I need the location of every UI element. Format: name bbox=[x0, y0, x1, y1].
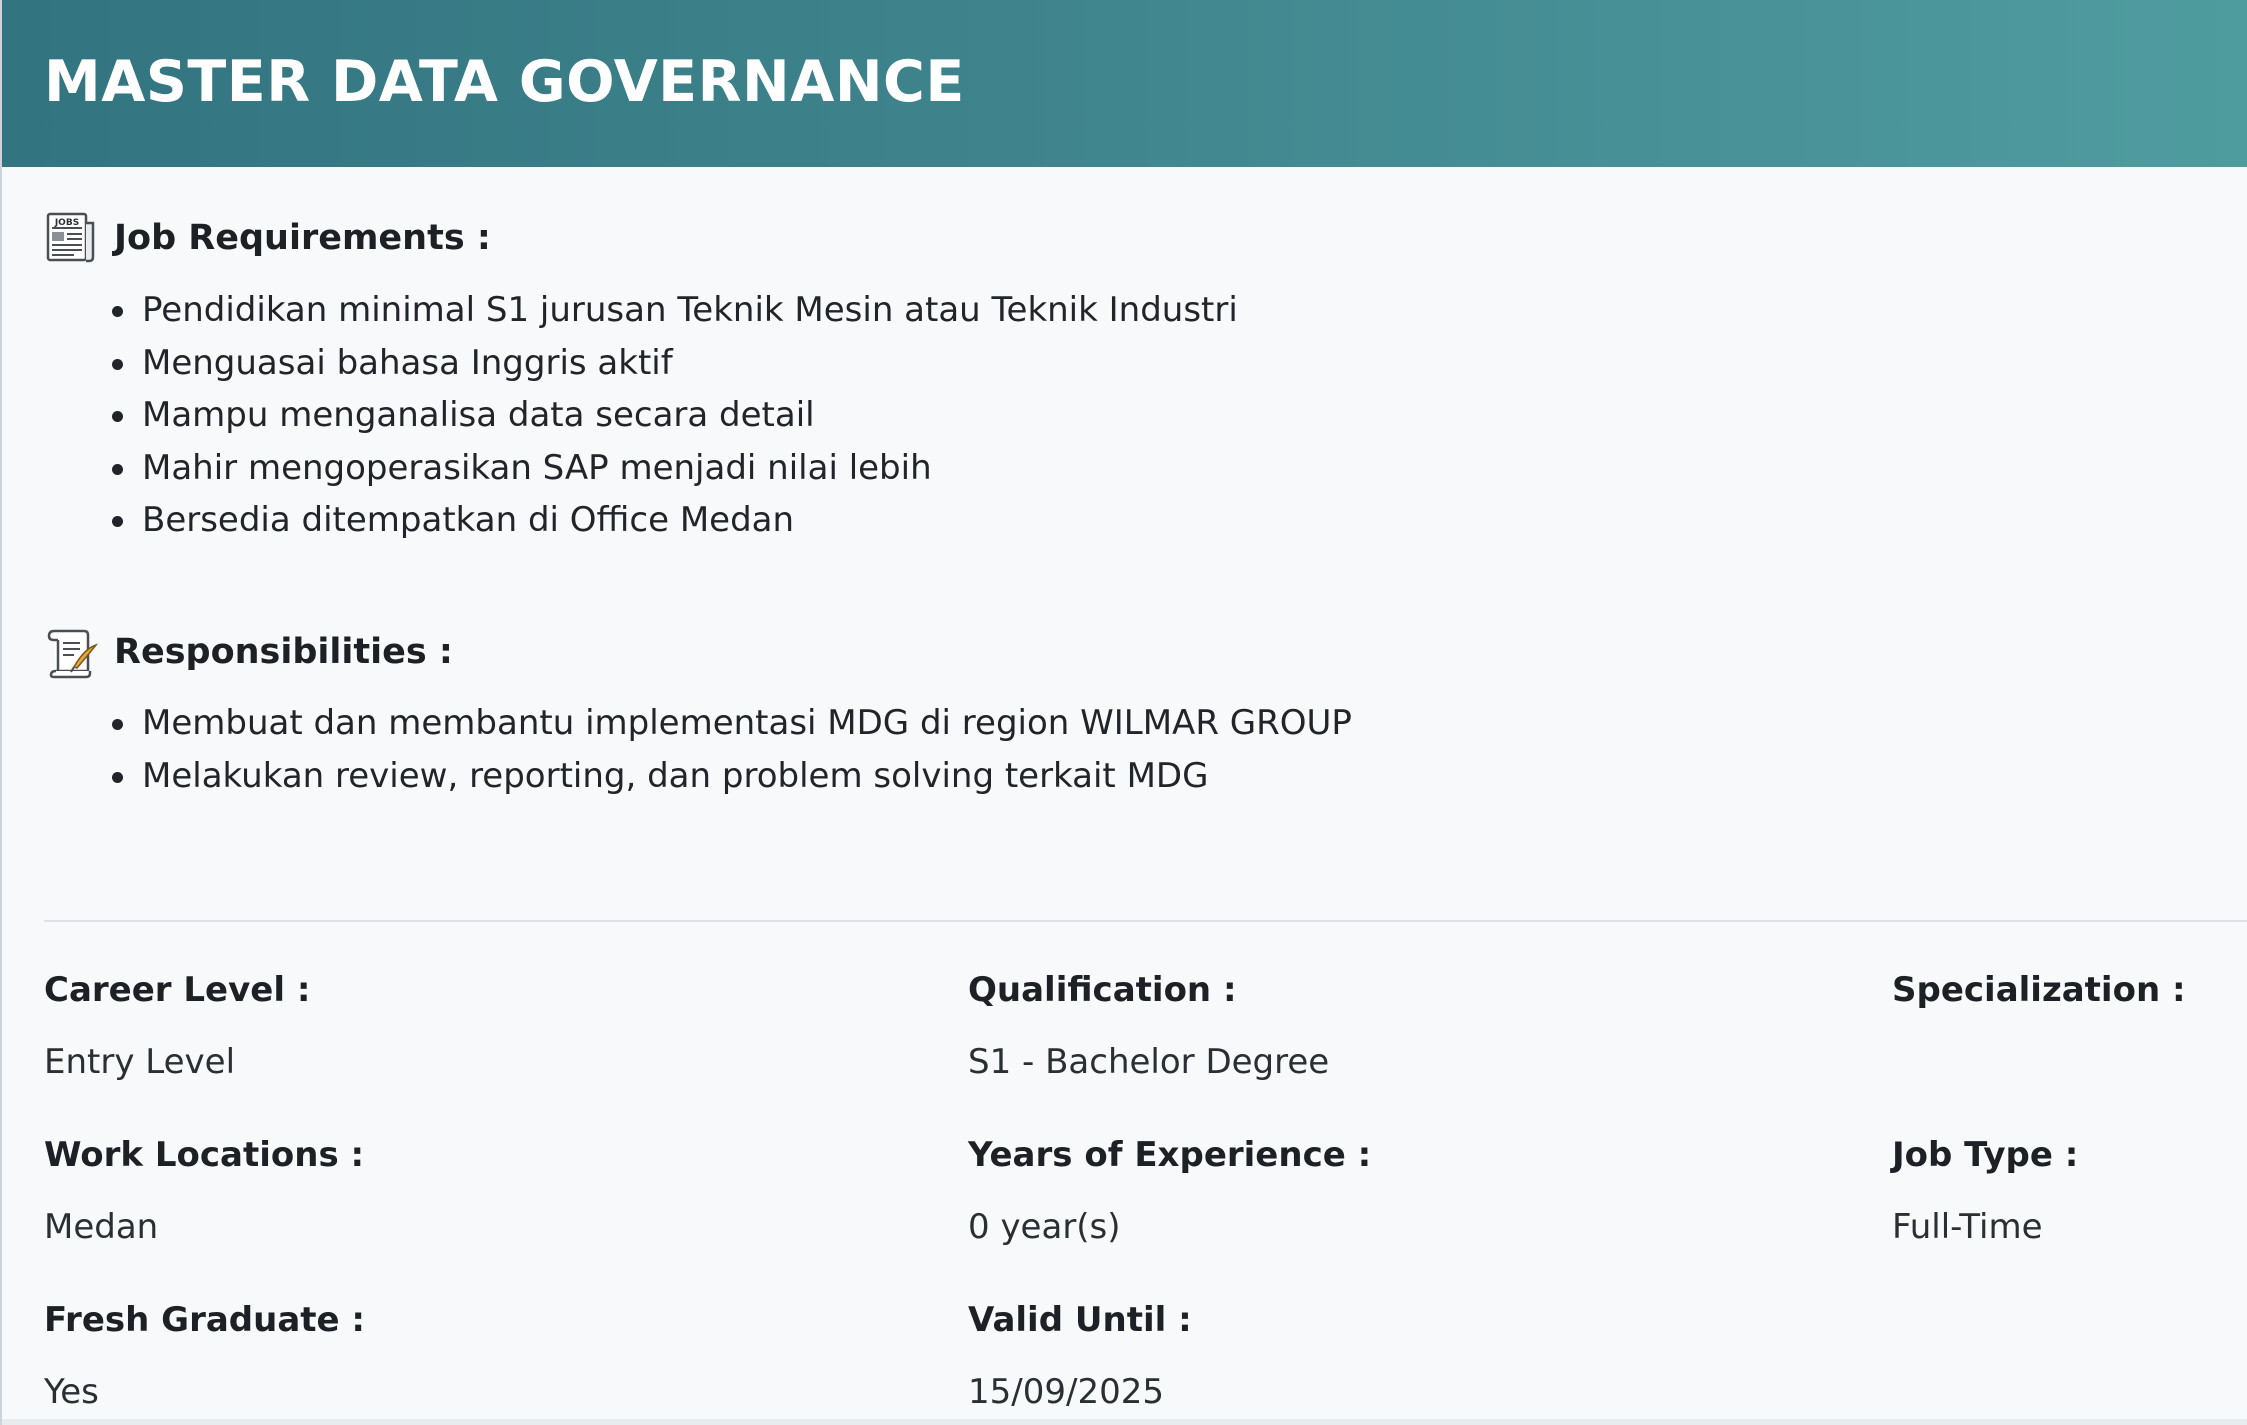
work-locations-field: Work Locations : Medan bbox=[44, 1125, 744, 1257]
list-item: Membuat dan membantu implementasi MDG di… bbox=[44, 697, 1352, 750]
list-item: Mampu menganalisa data secara detail bbox=[44, 389, 1238, 442]
job-detail-page: MASTER DATA GOVERNANCE JOBS Job Requirem… bbox=[0, 0, 2247, 1425]
job-title-header: MASTER DATA GOVERNANCE bbox=[2, 0, 2247, 167]
section-divider bbox=[44, 920, 2247, 922]
list-item: Menguasai bahasa Inggris aktif bbox=[44, 337, 1238, 390]
specialization-field: Specialization : bbox=[1892, 960, 2242, 1092]
job-type-field: Job Type : Full-Time bbox=[1892, 1125, 2242, 1257]
responsibilities-heading: Responsibilities : bbox=[44, 622, 453, 682]
responsibilities-title: Responsibilities : bbox=[114, 632, 453, 672]
specialization-label: Specialization : bbox=[1892, 970, 2186, 1010]
years-experience-field: Years of Experience : 0 year(s) bbox=[968, 1125, 1668, 1257]
valid-until-label: Valid Until : bbox=[968, 1300, 1192, 1340]
bottom-border bbox=[2, 1419, 2247, 1425]
list-item: Mahir mengoperasikan SAP menjadi nilai l… bbox=[44, 442, 1238, 495]
job-title: MASTER DATA GOVERNANCE bbox=[44, 48, 965, 115]
list-item: Pendidikan minimal S1 jurusan Teknik Mes… bbox=[44, 284, 1238, 337]
work-locations-value: Medan bbox=[44, 1207, 159, 1247]
career-level-value: Entry Level bbox=[44, 1042, 236, 1082]
job-type-label: Job Type : bbox=[1892, 1135, 2079, 1175]
fresh-graduate-label: Fresh Graduate : bbox=[44, 1300, 366, 1340]
svg-text:JOBS: JOBS bbox=[54, 218, 79, 228]
qualification-label: Qualification : bbox=[968, 970, 1237, 1010]
career-level-field: Career Level : Entry Level bbox=[44, 960, 744, 1092]
career-level-label: Career Level : bbox=[44, 970, 311, 1010]
job-requirements-heading: JOBS Job Requirements : bbox=[44, 208, 491, 268]
qualification-value: S1 - Bachelor Degree bbox=[968, 1042, 1330, 1082]
years-experience-label: Years of Experience : bbox=[968, 1135, 1372, 1175]
jobs-newspaper-icon: JOBS bbox=[44, 211, 98, 265]
qualification-field: Qualification : S1 - Bachelor Degree bbox=[968, 960, 1668, 1092]
valid-until-value: 15/09/2025 bbox=[968, 1372, 1164, 1412]
job-type-value: Full-Time bbox=[1892, 1207, 2043, 1247]
work-locations-label: Work Locations : bbox=[44, 1135, 365, 1175]
list-item: Bersedia ditempatkan di Office Medan bbox=[44, 494, 1238, 547]
specialization-value bbox=[1892, 1032, 2242, 1092]
fresh-graduate-value: Yes bbox=[44, 1372, 99, 1412]
list-item: Melakukan review, reporting, dan problem… bbox=[44, 750, 1352, 803]
responsibilities-list: Membuat dan membantu implementasi MDG di… bbox=[44, 697, 1352, 802]
job-requirements-title: Job Requirements : bbox=[114, 218, 491, 258]
years-experience-value: 0 year(s) bbox=[968, 1207, 1121, 1247]
valid-until-field: Valid Until : 15/09/2025 bbox=[968, 1290, 1668, 1422]
fresh-graduate-field: Fresh Graduate : Yes bbox=[44, 1290, 744, 1422]
scroll-quill-icon bbox=[44, 625, 99, 679]
job-requirements-list: Pendidikan minimal S1 jurusan Teknik Mes… bbox=[44, 284, 1238, 547]
